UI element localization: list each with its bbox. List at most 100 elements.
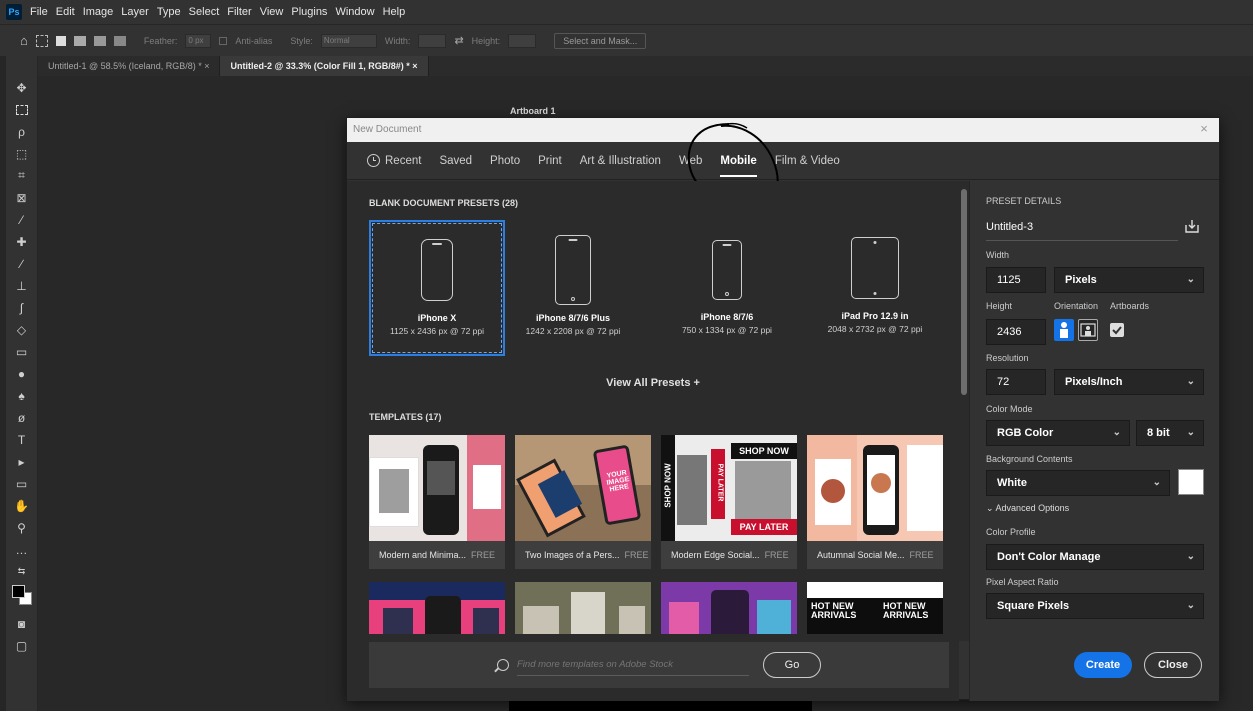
tab-saved[interactable]: Saved [439, 142, 472, 180]
view-all-presets-link[interactable]: View All Presets + [347, 377, 959, 389]
crop-tool-icon[interactable]: ⌗ [11, 166, 33, 185]
menu-window[interactable]: Window [335, 6, 374, 18]
template-card[interactable] [661, 582, 797, 634]
tab-recent[interactable]: Recent [367, 142, 421, 180]
eraser-tool-icon[interactable]: ◇ [11, 320, 33, 339]
marquee-preset-icon[interactable] [35, 34, 48, 47]
menu-image[interactable]: Image [83, 6, 114, 18]
menu-help[interactable]: Help [383, 6, 406, 18]
tab-photo[interactable]: Photo [490, 142, 520, 180]
subtract-selection-icon[interactable] [93, 35, 106, 46]
height-input[interactable] [508, 33, 537, 48]
document-name-input[interactable]: Untitled-3 [986, 213, 1178, 241]
pixel-aspect-ratio-select[interactable]: Square Pixels ⌄ [986, 593, 1204, 619]
landscape-orientation-icon[interactable] [1078, 319, 1098, 341]
scrollbar-thumb[interactable] [961, 189, 967, 395]
save-preset-icon[interactable] [1184, 219, 1200, 233]
menu-type[interactable]: Type [157, 6, 181, 18]
more-tools-icon[interactable]: … [11, 540, 33, 559]
width-unit-value: Pixels [1065, 274, 1097, 286]
close-icon[interactable]: × [1197, 122, 1211, 136]
menu-edit[interactable]: Edit [56, 6, 75, 18]
rectangle-tool-icon[interactable]: ▭ [11, 474, 33, 493]
preset-iphone-x[interactable]: iPhone X 1125 x 2436 px @ 72 ppi [369, 220, 505, 356]
template-free-tag: FREE [909, 550, 934, 560]
gradient-tool-icon[interactable]: ▭ [11, 342, 33, 361]
antialias-checkbox[interactable] [219, 36, 228, 45]
history-brush-tool-icon[interactable]: ∫ [11, 298, 33, 317]
object-select-tool-icon[interactable]: ⬚ [11, 144, 33, 163]
artboards-checkbox[interactable] [1110, 323, 1124, 337]
background-contents-select[interactable]: White ⌄ [986, 470, 1170, 496]
template-card[interactable] [369, 582, 505, 634]
lasso-tool-icon[interactable]: ρ [11, 122, 33, 141]
height-input[interactable]: 2436 [986, 319, 1046, 345]
width-unit-select[interactable]: Pixels ⌄ [1054, 267, 1204, 293]
resolution-unit-select[interactable]: Pixels/Inch ⌄ [1054, 369, 1204, 395]
menu-layer[interactable]: Layer [121, 6, 149, 18]
tab-film-video[interactable]: Film & Video [775, 142, 840, 180]
menu-select[interactable]: Select [189, 6, 220, 18]
swap-icon[interactable]: ⇄ [454, 34, 463, 47]
blur-tool-icon[interactable]: ● [11, 364, 33, 383]
tab-mobile[interactable]: Mobile [720, 142, 758, 180]
quick-mask-icon[interactable]: ◙ [11, 614, 33, 633]
screen-mode-icon[interactable]: ▢ [11, 636, 33, 655]
type-tool-icon[interactable]: T [11, 430, 33, 449]
style-select[interactable]: Normal [320, 33, 377, 48]
menu-view[interactable]: View [260, 6, 284, 18]
home-icon[interactable]: ⌂ [20, 33, 28, 48]
create-button[interactable]: Create [1074, 652, 1132, 678]
menu-file[interactable]: File [30, 6, 48, 18]
advanced-options-toggle[interactable]: ⌄ Advanced Options [986, 503, 1069, 514]
preset-ipad-pro[interactable]: iPad Pro 12.9 in 2048 x 2732 px @ 72 ppi [807, 220, 943, 356]
stock-search-input[interactable] [517, 654, 749, 676]
tab-art-illustration[interactable]: Art & Illustration [580, 142, 661, 180]
zoom-tool-icon[interactable]: ⚲ [11, 518, 33, 537]
template-card[interactable]: HOT NEW ARRIVALS HOT NEW ARRIVALS [807, 582, 943, 634]
width-input[interactable]: 1125 [986, 267, 1046, 293]
tab-untitled-1[interactable]: Untitled-1 @ 58.5% (Iceland, RGB/8) * × [38, 56, 221, 76]
tab-print[interactable]: Print [538, 142, 562, 180]
brush-tool-icon[interactable]: ∕ [11, 254, 33, 273]
menu-plugins[interactable]: Plugins [291, 6, 327, 18]
presets-scrollbar[interactable] [959, 181, 969, 641]
move-tool-icon[interactable]: ✥ [11, 78, 33, 97]
color-mode-select[interactable]: RGB Color ⌄ [986, 420, 1130, 446]
template-card[interactable]: Autumnal Social Me... FREE [807, 435, 943, 569]
preset-iphone-8-plus[interactable]: iPhone 8/7/6 Plus 1242 x 2208 px @ 72 pp… [505, 220, 641, 356]
close-button[interactable]: Close [1144, 652, 1202, 678]
template-card[interactable] [515, 582, 651, 634]
new-selection-icon[interactable] [55, 35, 66, 46]
go-button[interactable]: Go [763, 652, 821, 678]
frame-tool-icon[interactable]: ⊠ [11, 188, 33, 207]
color-profile-select[interactable]: Don't Color Manage ⌄ [986, 544, 1204, 570]
feather-input[interactable]: 0 px [185, 33, 212, 48]
template-card[interactable]: YOUR IMAGE HERE Two Images of a Pers... F… [515, 435, 651, 569]
healing-tool-icon[interactable]: ✚ [11, 232, 33, 251]
template-free-tag: FREE [624, 550, 649, 560]
menu-filter[interactable]: Filter [227, 6, 251, 18]
add-selection-icon[interactable] [73, 35, 86, 46]
bit-depth-select[interactable]: 8 bit ⌄ [1136, 420, 1204, 446]
portrait-orientation-icon[interactable] [1054, 319, 1074, 341]
dodge-tool-icon[interactable]: ♠ [11, 386, 33, 405]
stamp-tool-icon[interactable]: ⊥ [11, 276, 33, 295]
swap-colors-icon[interactable]: ⇆ [11, 562, 33, 581]
template-card[interactable]: Modern and Minima... FREE [369, 435, 505, 569]
tab-web[interactable]: Web [679, 142, 702, 180]
hand-tool-icon[interactable]: ✋ [11, 496, 33, 515]
resolution-input[interactable]: 72 [986, 369, 1046, 395]
eyedropper-tool-icon[interactable]: ⁄ [11, 210, 33, 229]
template-card[interactable]: SHOP NOW PAY LATER SHOP NOW PAY LATER Mo… [661, 435, 797, 569]
path-select-tool-icon[interactable]: ▸ [11, 452, 33, 471]
pen-tool-icon[interactable]: ø [11, 408, 33, 427]
tab-untitled-2[interactable]: Untitled-2 @ 33.3% (Color Fill 1, RGB/8#… [220, 56, 429, 76]
select-and-mask-button[interactable]: Select and Mask... [554, 32, 647, 49]
marquee-tool-icon[interactable] [11, 100, 33, 119]
intersect-selection-icon[interactable] [113, 35, 126, 46]
width-input[interactable] [418, 33, 447, 48]
preset-iphone-8[interactable]: iPhone 8/7/6 750 x 1334 px @ 72 ppi [659, 220, 795, 356]
background-color-swatch[interactable] [1178, 469, 1204, 495]
foreground-color-swatch[interactable] [11, 584, 33, 606]
